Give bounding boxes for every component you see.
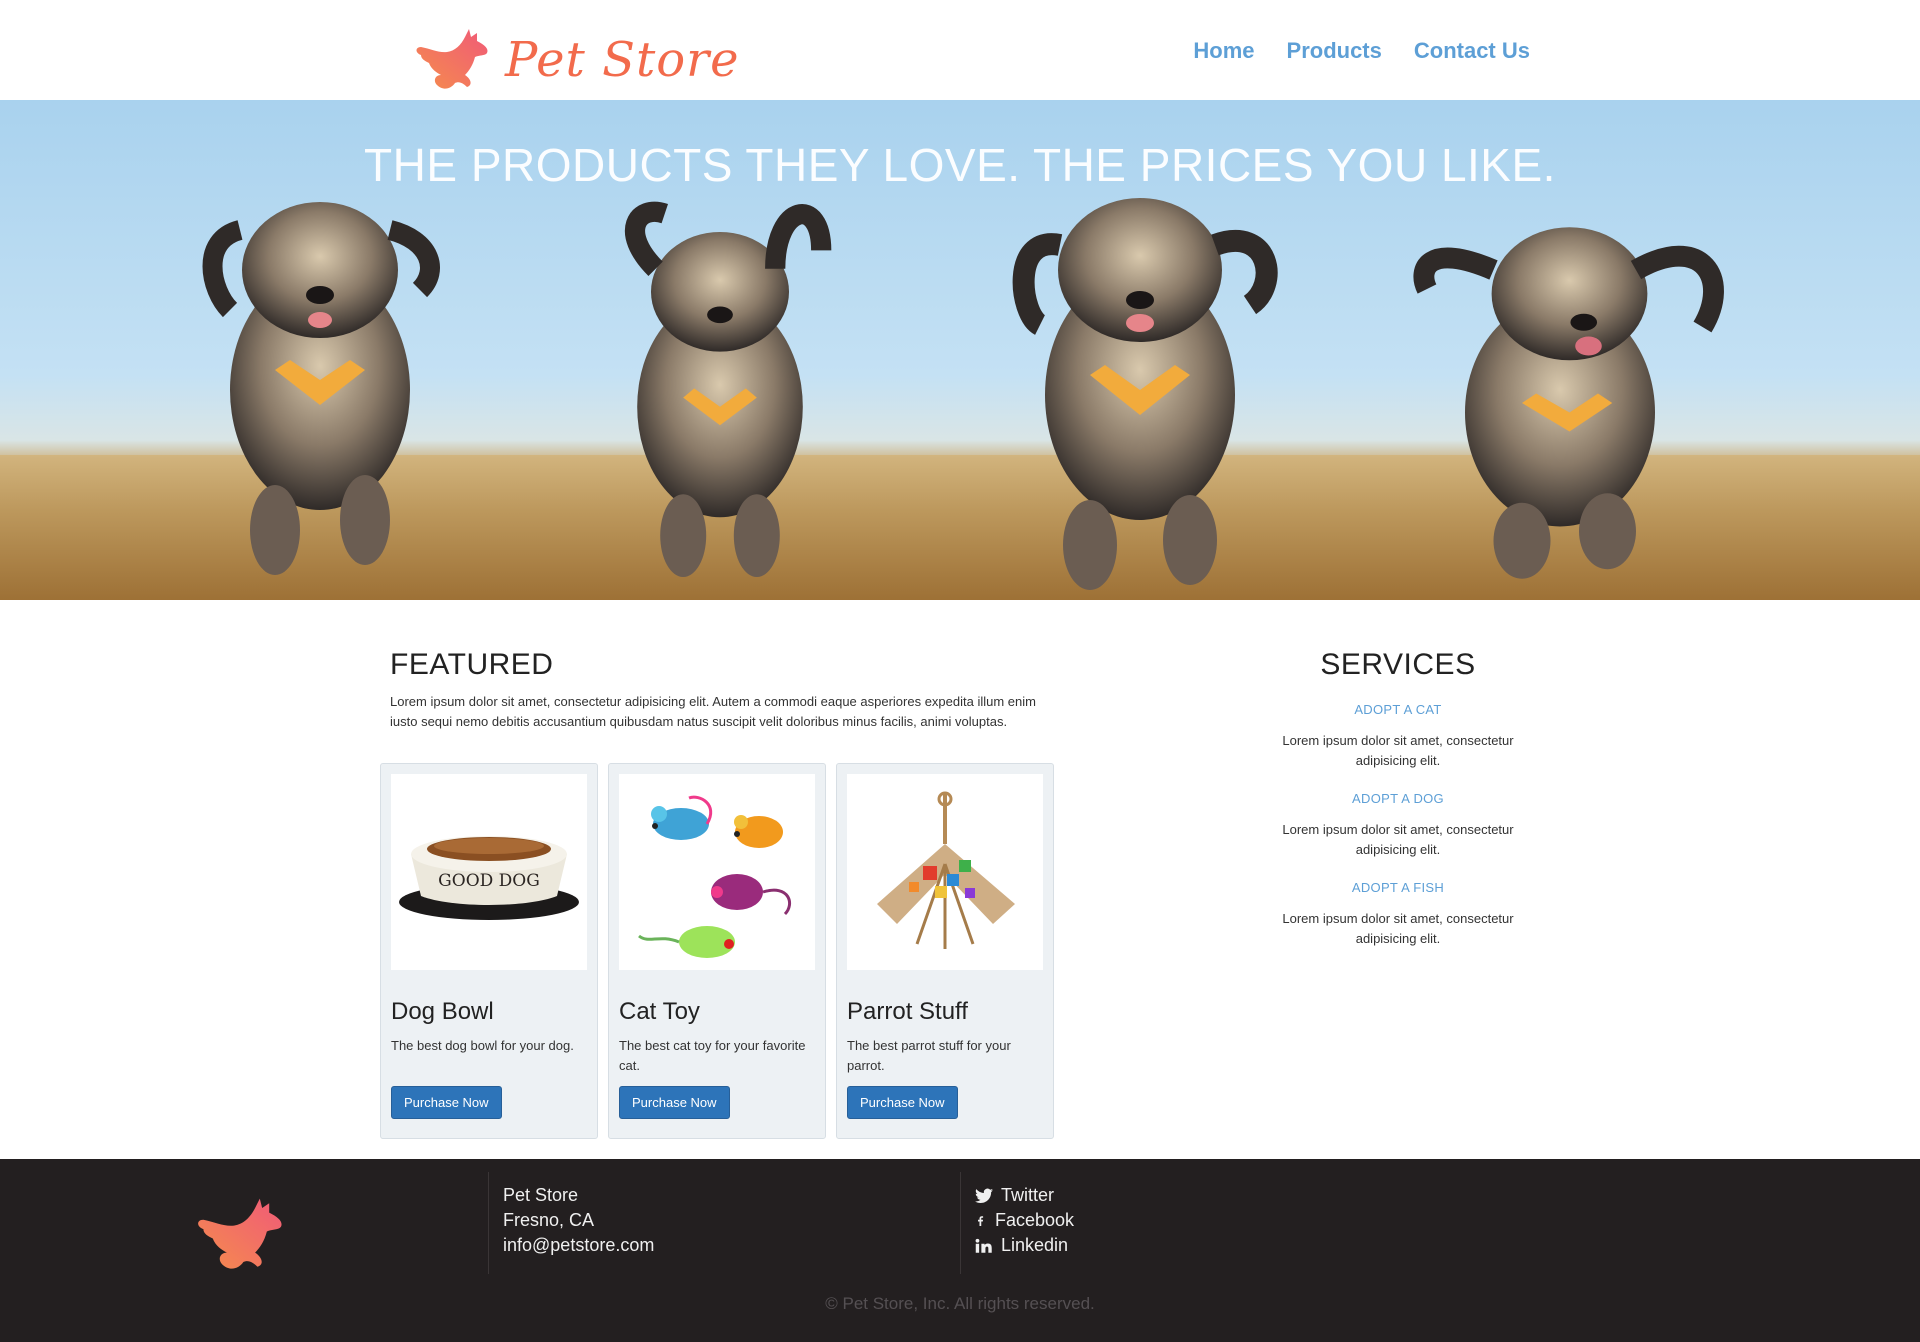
facebook-icon	[978, 1215, 984, 1226]
linkedin-label: Linkedin	[1001, 1235, 1069, 1255]
main-nav: Home Products Contact Us	[1193, 38, 1530, 64]
facebook-link[interactable]: Facebook	[975, 1208, 1074, 1233]
twitter-link[interactable]: Twitter	[975, 1183, 1074, 1208]
linkedin-icon	[975, 1238, 992, 1253]
product-title: Cat Toy	[619, 998, 700, 1025]
hero-title: THE PRODUCTS THEY LOVE. THE PRICES YOU L…	[364, 139, 1556, 191]
dog-bowl-image: GOOD DOG	[391, 774, 587, 970]
product-description: The best cat toy for your favorite cat.	[619, 1038, 806, 1073]
facebook-label: Facebook	[995, 1210, 1075, 1230]
purchase-now-button[interactable]: Purchase Now	[391, 1086, 502, 1119]
dog-logo-icon	[416, 29, 488, 89]
product-description: The best parrot stuff for your parrot.	[847, 1038, 1011, 1073]
service-description: Lorem ipsum dolor sit amet, consectetur …	[1282, 822, 1514, 857]
featured-title: FEATURED	[390, 648, 554, 681]
services-section: SERVICES ADOPT A CAT Lorem ipsum dolor s…	[1248, 648, 1548, 949]
service-description: Lorem ipsum dolor sit amet, consectetur …	[1282, 911, 1514, 946]
product-card-cat-toy: Cat Toy The best cat toy for your favori…	[608, 763, 826, 1139]
nav-home[interactable]: Home	[1193, 38, 1254, 64]
site-footer: Pet Store Fresno, CA info@petstore.com T…	[0, 1159, 1920, 1342]
twitter-label: Twitter	[1001, 1185, 1055, 1205]
services-title: SERVICES	[1320, 648, 1476, 681]
brand-name: Pet Store	[505, 32, 740, 88]
footer-company-name: Pet Store	[503, 1185, 579, 1205]
product-card-dog-bowl: GOOD DOG Dog Bowl The best dog bowl for …	[380, 763, 598, 1139]
product-description: The best dog bowl for your dog.	[391, 1038, 574, 1053]
twitter-icon	[975, 1188, 993, 1203]
adopt-dog-link[interactable]: ADOPT A DOG	[1248, 791, 1548, 806]
product-title: Parrot Stuff	[847, 998, 968, 1025]
adopt-fish-link[interactable]: ADOPT A FISH	[1248, 880, 1548, 895]
featured-section: FEATURED Lorem ipsum dolor sit amet, con…	[390, 648, 1050, 732]
svg-text:GOOD DOG: GOOD DOG	[438, 871, 540, 891]
service-description: Lorem ipsum dolor sit amet, consectetur …	[1282, 733, 1514, 768]
nav-contact-us[interactable]: Contact Us	[1414, 38, 1530, 64]
nav-products[interactable]: Products	[1287, 38, 1382, 64]
purchase-now-button[interactable]: Purchase Now	[847, 1086, 958, 1119]
hero-banner: THE PRODUCTS THEY LOVE. THE PRICES YOU L…	[0, 100, 1920, 600]
cat-toy-mice-image	[619, 774, 815, 970]
footer-location: Fresno, CA	[503, 1210, 595, 1230]
footer-email[interactable]: info@petstore.com	[503, 1233, 654, 1258]
site-header: Pet Store Home Products Contact Us	[0, 0, 1920, 100]
linkedin-link[interactable]: Linkedin	[975, 1233, 1074, 1258]
product-title: Dog Bowl	[391, 998, 494, 1025]
brand[interactable]: Pet Store	[413, 22, 740, 98]
dog-logo-icon	[198, 1198, 282, 1269]
product-card-parrot-stuff: Parrot Stuff The best parrot stuff for y…	[836, 763, 1054, 1139]
footer-address: Pet Store Fresno, CA info@petstore.com	[488, 1172, 654, 1274]
parrot-toy-image	[847, 774, 1043, 970]
copyright-text: © Pet Store, Inc. All rights reserved.	[825, 1294, 1095, 1313]
footer-social: Twitter Facebook Linkedin	[960, 1172, 1074, 1274]
adopt-cat-link[interactable]: ADOPT A CAT	[1248, 702, 1548, 717]
product-list: GOOD DOG Dog Bowl The best dog bowl for …	[380, 763, 1054, 1139]
purchase-now-button[interactable]: Purchase Now	[619, 1086, 730, 1119]
featured-description: Lorem ipsum dolor sit amet, consectetur …	[390, 694, 1036, 729]
